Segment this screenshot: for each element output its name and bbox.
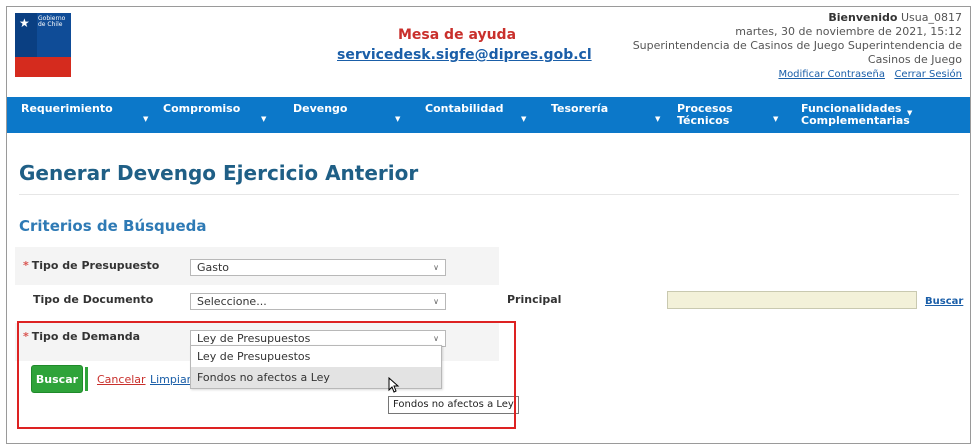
- change-password-link[interactable]: Modificar Contraseña: [778, 69, 885, 80]
- form-row-tipo-documento: Tipo de Documento Seleccione... ∨: [15, 285, 499, 323]
- buscar-button[interactable]: Buscar: [31, 365, 88, 393]
- nav-label: Requerimiento: [21, 102, 113, 115]
- chevron-down-icon: ▼: [395, 115, 401, 123]
- logo-text: Gobierno de Chile: [38, 15, 66, 28]
- dropdown-option[interactable]: Fondos no afectos a Ley: [191, 367, 441, 388]
- page-title: Generar Devengo Ejercicio Anterior: [19, 161, 419, 185]
- nav-label-line2: Complementarias: [801, 114, 910, 127]
- chevron-down-icon: ∨: [433, 297, 439, 306]
- chevron-down-icon: ▼: [655, 115, 661, 123]
- principal-input[interactable]: [667, 291, 917, 309]
- select-value: Seleccione...: [197, 295, 267, 308]
- help-title: Mesa de ayuda: [397, 27, 517, 43]
- section-title: Criterios de Búsqueda: [19, 217, 207, 235]
- nav-label: Compromiso: [163, 102, 241, 115]
- logout-link[interactable]: Cerrar Sesión: [894, 69, 962, 80]
- help-email-link[interactable]: servicedesk.sigfe@dipres.gob.cl: [337, 47, 592, 63]
- field-label: Tipo de Documento: [33, 293, 154, 306]
- select-value: Ley de Presupuestos: [197, 332, 311, 345]
- select-value: Gasto: [197, 261, 230, 274]
- account-links: Modificar Contraseña Cerrar Sesión: [572, 67, 962, 82]
- nav-requerimiento[interactable]: Requerimiento ▼: [7, 97, 155, 133]
- required-mark: *: [23, 259, 29, 272]
- nav-label: Tesorería: [551, 102, 609, 115]
- welcome-label: Bienvenido: [828, 11, 898, 24]
- nav-label: Devengo: [293, 102, 348, 115]
- required-mark: *: [23, 330, 29, 343]
- nav-procesos-tecnicos[interactable]: Procesos Técnicos ▼: [667, 97, 791, 133]
- nav-label: Contabilidad: [425, 102, 504, 115]
- org-name-line2: Casinos de Juego: [867, 53, 962, 66]
- limpiar-link[interactable]: Limpiar: [150, 373, 191, 386]
- chevron-down-icon: ▼: [907, 109, 913, 117]
- nav-funcionalidades-complementarias[interactable]: Funcionalidades Complementarias ▼: [791, 97, 970, 133]
- option-tooltip: Fondos no afectos a Ley: [388, 396, 519, 414]
- tipo-documento-select[interactable]: Seleccione... ∨: [190, 293, 446, 310]
- welcome-line: Bienvenido Usua_0817: [572, 11, 962, 25]
- chevron-down-icon: ▼: [773, 115, 779, 123]
- main-nav: Requerimiento ▼ Compromiso ▼ Devengo ▼ C…: [7, 97, 970, 133]
- nav-tesoreria[interactable]: Tesorería ▼: [537, 97, 667, 133]
- nav-devengo[interactable]: Devengo ▼: [279, 97, 409, 133]
- form-row-tipo-presupuesto: * Tipo de Presupuesto Gasto ∨: [15, 247, 499, 285]
- principal-label: Principal: [507, 293, 562, 306]
- help-desk: Mesa de ayuda servicedesk.sigfe@dipres.g…: [337, 27, 592, 63]
- tipo-presupuesto-select[interactable]: Gasto ∨: [190, 259, 446, 276]
- chevron-down-icon: ∨: [433, 263, 439, 272]
- chevron-down-icon: ▼: [521, 115, 527, 123]
- divider: [19, 194, 959, 195]
- tipo-demanda-dropdown: Ley de Presupuestos Fondos no afectos a …: [190, 345, 442, 389]
- dropdown-option[interactable]: Ley de Presupuestos: [191, 346, 441, 367]
- org-name-line1: Superintendencia de Casinos de Juego Sup…: [632, 39, 962, 52]
- chevron-down-icon: ▼: [261, 115, 267, 123]
- field-label: * Tipo de Demanda: [23, 330, 141, 343]
- star-icon: ★: [19, 16, 30, 30]
- chevron-down-icon: ∨: [433, 334, 439, 343]
- welcome-panel: Bienvenido Usua_0817 martes, 30 de novie…: [572, 11, 962, 82]
- nav-contabilidad[interactable]: Contabilidad ▼: [409, 97, 537, 133]
- session-date: martes, 30 de noviembre de 2021, 15:12: [735, 25, 962, 38]
- buscar-principal-link[interactable]: Buscar: [925, 296, 963, 307]
- nav-label-line2: Técnicos: [677, 114, 730, 127]
- chevron-down-icon: ▼: [143, 115, 149, 123]
- header: ★ Gobierno de Chile Mesa de ayuda servic…: [7, 7, 970, 97]
- gobierno-logo[interactable]: ★ Gobierno de Chile: [15, 13, 71, 77]
- app-frame: ★ Gobierno de Chile Mesa de ayuda servic…: [6, 6, 971, 444]
- field-label: * Tipo de Presupuesto: [23, 259, 160, 272]
- mouse-cursor-icon: [388, 377, 400, 393]
- cancelar-link[interactable]: Cancelar: [97, 373, 146, 386]
- username: Usua_0817: [901, 11, 962, 24]
- nav-compromiso[interactable]: Compromiso ▼: [155, 97, 279, 133]
